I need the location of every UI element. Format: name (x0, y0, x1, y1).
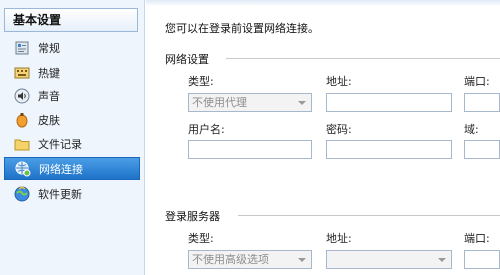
proxy-type-label: 类型: (188, 75, 214, 88)
server-port-input[interactable] (464, 250, 500, 269)
proxy-type-value: 不使用代理 (192, 96, 247, 109)
chevron-down-icon (438, 258, 446, 262)
password-input[interactable] (326, 140, 452, 159)
nav-item-hotkeys[interactable]: 热键 (4, 61, 140, 84)
top-strip (146, 0, 500, 6)
speaker-icon (14, 88, 30, 104)
main-panel: 您可以在登录前设置网络连接。 网络设置 类型: 地址: 端口: 不使用代理 用户… (146, 0, 500, 275)
nav-item-skin[interactable]: 皮肤 (4, 108, 140, 131)
proxy-address-label: 地址: (326, 75, 352, 88)
skin-icon (14, 112, 30, 128)
domain-label: 域: (464, 123, 479, 136)
folder-icon (14, 136, 30, 152)
server-port-label: 端口: (464, 232, 490, 245)
proxy-type-select[interactable]: 不使用代理 (188, 93, 312, 112)
proxy-port-input[interactable] (464, 93, 500, 112)
nav-item-general[interactable]: 常规 (4, 36, 140, 59)
domain-input[interactable] (464, 140, 500, 159)
proxy-port-label: 端口: (464, 75, 490, 88)
server-address-label: 地址: (326, 232, 352, 245)
server-type-value: 不使用高级选项 (192, 253, 269, 266)
section-divider (226, 58, 500, 59)
sidebar-header: 基本设置 (4, 8, 138, 32)
settings-panel-icon (14, 40, 30, 56)
username-label: 用户名: (188, 123, 225, 136)
sidebar: 基本设置 常规 热键 声音 皮肤 文件记录 网络连接 软件更新 (0, 0, 145, 275)
proxy-address-input[interactable] (326, 93, 452, 112)
update-globe-icon (14, 185, 30, 202)
section-divider (238, 215, 500, 216)
server-address-select[interactable] (326, 250, 452, 269)
nav-item-label: 热键 (38, 66, 60, 80)
server-type-select[interactable]: 不使用高级选项 (188, 250, 312, 269)
login-server-title: 登录服务器 (165, 210, 220, 223)
nav-item-label: 网络连接 (39, 162, 83, 176)
password-label: 密码: (326, 123, 352, 136)
nav-item-file-records[interactable]: 文件记录 (4, 132, 140, 155)
nav-item-sound[interactable]: 声音 (4, 84, 140, 107)
nav-item-label: 常规 (38, 41, 60, 55)
nav-item-network[interactable]: 网络连接 (4, 157, 140, 180)
network-settings-title: 网络设置 (165, 53, 209, 66)
server-type-label: 类型: (188, 232, 214, 245)
chevron-down-icon (298, 258, 306, 262)
nav-item-label: 软件更新 (38, 187, 82, 201)
nav-item-label: 皮肤 (38, 113, 60, 127)
nav-item-software-update[interactable]: 软件更新 (4, 182, 140, 205)
intro-text: 您可以在登录前设置网络连接。 (165, 22, 319, 35)
nav-item-label: 文件记录 (38, 137, 82, 151)
nav-item-label: 声音 (38, 89, 60, 103)
network-icon (15, 161, 31, 177)
chevron-down-icon (298, 101, 306, 105)
username-input[interactable] (188, 140, 312, 159)
keyboard-icon (14, 65, 30, 81)
